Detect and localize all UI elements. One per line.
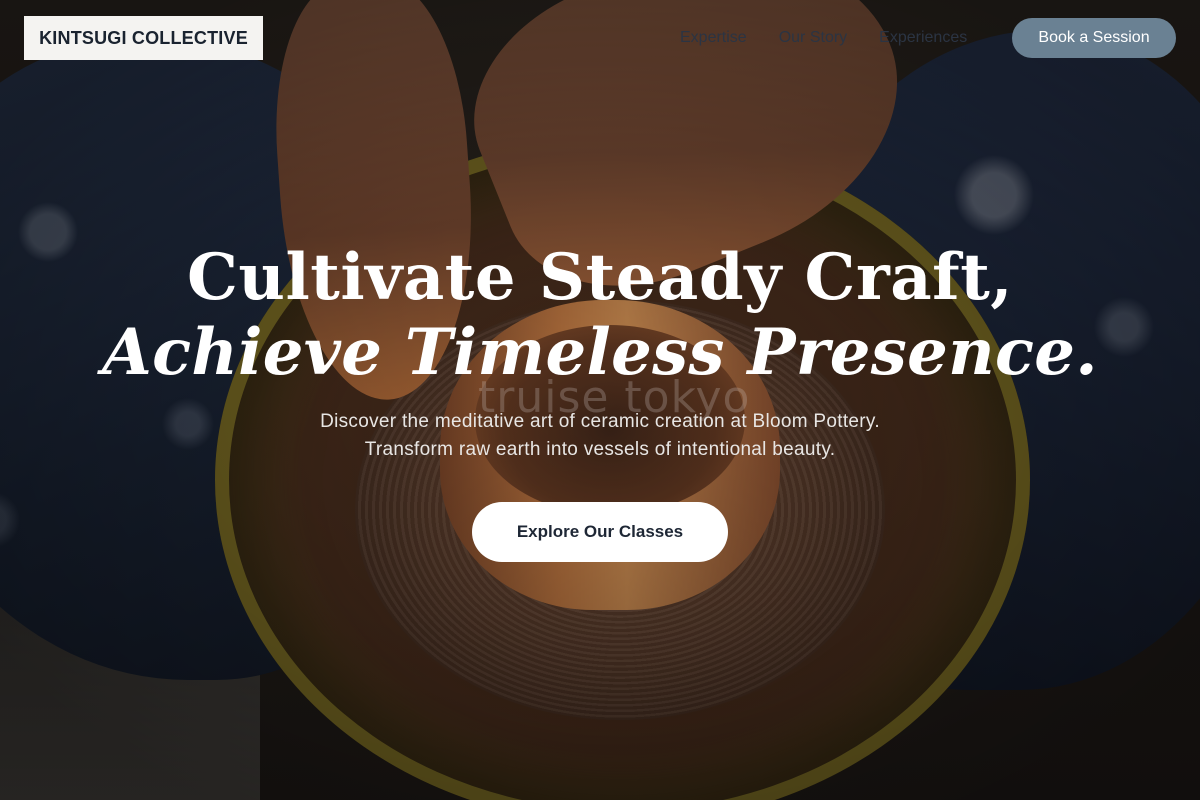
- nav-link-our-story[interactable]: Our Story: [779, 29, 847, 47]
- hero-subtitle-line1: Discover the meditative art of ceramic c…: [320, 411, 880, 432]
- hero-title-line2: Achieve Timeless Presence.: [102, 315, 1098, 390]
- brand-logo[interactable]: KINTSUGI COLLECTIVE: [24, 16, 263, 60]
- hero-title-line1: Cultivate Steady Craft,: [186, 240, 1014, 315]
- nav-link-experiences[interactable]: Experiences: [879, 29, 967, 47]
- main-nav: Expertise Our Story Experiences: [680, 29, 967, 47]
- hero-title: Cultivate Steady Craft, Achieve Timeless…: [0, 238, 1200, 388]
- hero-subtitle-line2: Transform raw earth into vessels of inte…: [364, 439, 836, 460]
- explore-classes-button[interactable]: Explore Our Classes: [472, 502, 728, 562]
- hero-subtitle: Discover the meditative art of ceramic c…: [0, 408, 1200, 464]
- nav-link-expertise[interactable]: Expertise: [680, 29, 747, 47]
- book-session-button[interactable]: Book a Session: [1012, 18, 1176, 58]
- hero-content: Cultivate Steady Craft, Achieve Timeless…: [0, 238, 1200, 464]
